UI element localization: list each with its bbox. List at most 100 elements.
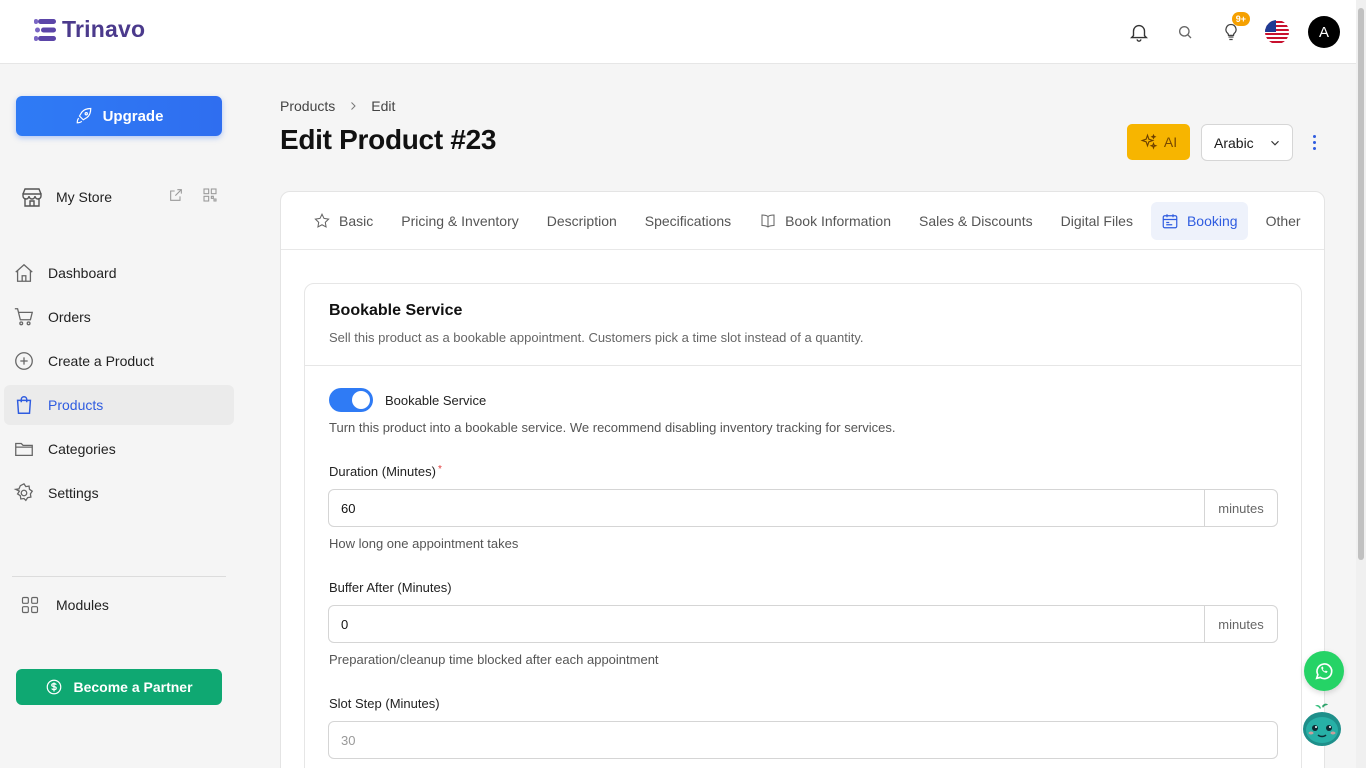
language-select[interactable]: Arabic <box>1201 124 1293 161</box>
ai-label: AI <box>1163 134 1178 150</box>
logo-icon <box>34 18 56 41</box>
cart-icon <box>14 308 34 326</box>
tab-label: Digital Files <box>1060 213 1133 229</box>
duration-help-text: How long one appointment takes <box>329 536 519 551</box>
sidebar-item-label: Dashboard <box>48 265 117 281</box>
bag-icon <box>16 396 32 414</box>
sidebar-item-label: Products <box>48 397 104 413</box>
breadcrumb-products-link[interactable]: Products <box>280 98 335 114</box>
store-icon <box>22 188 42 207</box>
toggle-label: Bookable Service <box>385 392 487 408</box>
whatsapp-button[interactable] <box>1304 651 1344 691</box>
page-scrollbar[interactable] <box>1356 0 1366 768</box>
top-bar: Trinavo 9+ A <box>0 0 1356 64</box>
sidebar-item-modules[interactable]: Modules <box>20 592 109 618</box>
book-icon <box>761 214 775 228</box>
breadcrumb-current: Edit <box>371 98 396 114</box>
partner-label: Become a Partner <box>73 679 193 695</box>
sidebar-item-create-product[interactable]: Create a Product <box>4 341 234 381</box>
scroll-left-arrow-icon[interactable]: ◀ <box>283 248 288 249</box>
slot-step-input[interactable]: 30 <box>329 722 1277 758</box>
upgrade-button[interactable]: Upgrade <box>16 96 222 136</box>
ai-button[interactable]: AI <box>1127 124 1190 160</box>
language-value: Arabic <box>1214 134 1254 151</box>
tab-description[interactable]: Description <box>537 202 627 240</box>
logo-text: Trinavo <box>62 16 146 42</box>
sidebar-item-products[interactable]: Products <box>4 385 234 425</box>
tab-label: Specifications <box>644 213 732 229</box>
tab-label: Other <box>1265 213 1301 229</box>
tabs-scrollbar[interactable]: ◀ ▶ <box>283 248 1323 249</box>
dollar-circle-icon <box>47 679 62 695</box>
my-store[interactable]: My Store <box>20 183 220 211</box>
notification-badge: 9+ <box>1231 12 1250 26</box>
chat-bot-icon[interactable] <box>1301 702 1343 748</box>
tab-book-information[interactable]: Book Information <box>749 202 901 240</box>
qr-code-icon[interactable] <box>202 187 218 203</box>
sidebar-item-label: Settings <box>48 485 99 501</box>
required-mark: * <box>437 464 442 475</box>
duration-suffix: minutes <box>1204 490 1277 526</box>
sidebar-item-label: Create a Product <box>48 353 154 369</box>
duration-input-group: 60 minutes <box>328 489 1278 527</box>
duration-label: Duration (Minutes) * <box>329 464 442 479</box>
language-flag-button[interactable] <box>1254 14 1300 50</box>
bookable-service-toggle[interactable] <box>329 388 373 412</box>
whatsapp-icon <box>1315 663 1333 680</box>
buffer-suffix: minutes <box>1204 606 1277 642</box>
scroll-right-arrow-icon[interactable]: ▶ <box>1318 248 1323 249</box>
tab-label: Basic <box>339 213 374 229</box>
tab-label: Description <box>546 213 617 229</box>
sidebar-item-label: Orders <box>48 309 91 325</box>
slot-step-input-group: 30 <box>328 721 1278 759</box>
duration-input[interactable]: 60 <box>329 490 1204 526</box>
tab-pricing-inventory[interactable]: Pricing & Inventory <box>391 202 529 240</box>
sidebar-item-orders[interactable]: Orders <box>4 297 234 337</box>
sidebar-nav: Dashboard Orders Create a Product Produc… <box>4 253 234 517</box>
sidebar-item-categories[interactable]: Categories <box>4 429 234 469</box>
tab-seo[interactable]: SE <box>1319 202 1324 240</box>
more-options-button[interactable] <box>1304 130 1324 154</box>
section-description: Sell this product as a bookable appointm… <box>329 330 864 345</box>
star-icon <box>314 213 330 228</box>
modules-label: Modules <box>56 597 109 613</box>
tab-label: Pricing & Inventory <box>401 213 519 229</box>
tips-button[interactable]: 9+ <box>1208 12 1254 50</box>
tab-other[interactable]: Other <box>1256 202 1311 240</box>
tab-specifications[interactable]: Specifications <box>635 202 741 240</box>
product-edit-card: Basic Pricing & Inventory Description Sp… <box>280 191 1325 768</box>
my-store-label: My Store <box>56 189 113 205</box>
us-flag-icon <box>1265 20 1289 44</box>
chevron-down-icon <box>1271 140 1279 146</box>
home-icon <box>15 263 33 282</box>
calendar-icon <box>1162 214 1178 229</box>
tab-basic[interactable]: Basic <box>303 202 383 240</box>
tab-digital-files[interactable]: Digital Files <box>1051 202 1143 240</box>
folder-icon <box>15 442 33 457</box>
chevron-right-icon <box>351 102 356 110</box>
sidebar-item-settings[interactable]: Settings <box>4 473 234 513</box>
sidebar-divider <box>12 576 226 577</box>
notifications-button[interactable] <box>1116 14 1162 50</box>
app-logo[interactable]: Trinavo <box>32 16 145 43</box>
more-dots-icon <box>1312 134 1316 138</box>
tab-label: Sales & Discounts <box>919 213 1033 229</box>
tab-sales-discounts[interactable]: Sales & Discounts <box>909 202 1043 240</box>
buffer-input[interactable]: 0 <box>329 606 1204 642</box>
avatar[interactable]: A <box>1308 16 1340 48</box>
tab-booking[interactable]: Booking <box>1150 202 1248 240</box>
become-partner-button[interactable]: Become a Partner <box>16 669 222 705</box>
search-icon <box>1179 26 1192 39</box>
tab-label: Booking <box>1186 213 1238 229</box>
buffer-help-text: Preparation/cleanup time blocked after e… <box>329 652 659 667</box>
external-link-icon[interactable] <box>168 187 184 203</box>
sidebar-item-dashboard[interactable]: Dashboard <box>4 253 234 293</box>
buffer-label: Buffer After (Minutes) <box>329 580 452 595</box>
plus-circle-icon <box>15 352 33 370</box>
upgrade-label: Upgrade <box>102 107 164 125</box>
sidebar: Upgrade My Store Dashboard Orders Create… <box>0 65 240 768</box>
tab-bar: Basic Pricing & Inventory Description Sp… <box>281 192 1324 250</box>
sidebar-item-label: Categories <box>48 441 116 457</box>
bell-icon <box>1130 24 1148 42</box>
search-button[interactable] <box>1162 14 1208 50</box>
